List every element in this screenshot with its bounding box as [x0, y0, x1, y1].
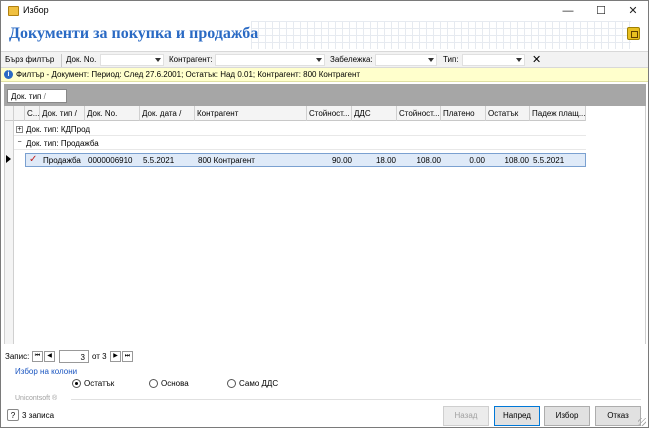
column-header-indicator — [5, 106, 14, 121]
type-label: Тип: — [443, 55, 459, 64]
contragent-label: Контрагент: — [169, 55, 213, 64]
separator — [61, 54, 62, 67]
brand-label: Unicontsoft ® — [15, 395, 58, 402]
column-header-remaining[interactable]: Остатък — [486, 106, 530, 121]
radio-vat-only[interactable]: Само ДДС — [227, 379, 278, 388]
group-label: Док. тип: Продажба — [26, 139, 99, 148]
help-icon[interactable]: ? — [7, 409, 19, 421]
group-label: Док. тип: КДПрод — [26, 125, 91, 134]
record-total: от 3 — [92, 352, 107, 361]
next-record-icon[interactable]: ▶ — [110, 351, 121, 362]
status-bar: ? 3 записа Назад Напред Избор Отказ — [1, 404, 648, 428]
note-label: Забележка: — [330, 55, 373, 64]
clear-filter-icon[interactable]: ✕ — [532, 53, 541, 66]
group-chip-label: Док. тип — [11, 92, 42, 101]
column-header-doc-no[interactable]: Док. No. — [85, 106, 140, 121]
select-button[interactable]: Избор — [544, 406, 590, 426]
doc-no-dropdown[interactable] — [100, 54, 164, 66]
cell-due: 5.5.2021 — [533, 156, 565, 165]
column-header-doc-type[interactable]: Док. тип / — [40, 106, 85, 121]
back-button[interactable]: Назад — [443, 406, 489, 426]
minimize-button[interactable]: — — [552, 1, 584, 21]
info-icon: i — [4, 70, 13, 79]
radio-base[interactable]: Основа — [149, 379, 189, 388]
first-record-icon[interactable]: ⏮ — [32, 351, 43, 362]
expand-icon[interactable]: + — [16, 126, 23, 133]
filter-text: Филтър - Документ: Период: След 27.6.200… — [16, 70, 361, 79]
column-header-paid[interactable]: Платено — [441, 106, 486, 121]
chevron-down-icon — [516, 58, 522, 62]
column-header-label: Док. дата — [142, 109, 177, 118]
cell-contragent: 800 Контрагент — [198, 156, 255, 165]
maximize-button[interactable]: ☐ — [585, 1, 617, 21]
navigator-label: Запис: — [5, 352, 30, 361]
radio-label: Основа — [161, 379, 189, 388]
choose-columns-link[interactable]: Избор на колони — [15, 367, 77, 376]
next-button[interactable]: Напред — [494, 406, 540, 426]
app-icon — [8, 6, 19, 16]
column-header-value[interactable]: Стойност... — [307, 106, 352, 121]
record-navigator: Запис: ⏮ ◀ 3 от 3 ▶ ⏭ — [4, 350, 304, 364]
cell-doc-type: Продажба — [43, 156, 81, 165]
record-count: 3 записа — [22, 411, 55, 420]
page-title: Документи за покупка и продажба — [9, 25, 259, 42]
cell-paid: 0.00 — [469, 156, 485, 165]
grid-header: С... Док. тип / Док. No. Док. дата / Кон… — [5, 106, 586, 121]
column-header-corner — [14, 106, 25, 121]
title-bar: Избор — ☐ ✕ — [1, 1, 648, 21]
cell-doc-no: 0000006910 — [88, 156, 133, 165]
cell-vat: 18.00 — [375, 156, 396, 165]
radio-remaining[interactable]: Остатък — [72, 379, 114, 388]
column-header-doc-date[interactable]: Док. дата / — [140, 106, 195, 121]
group-row-prodajba[interactable]: − Док. тип: Продажба — [14, 137, 586, 150]
chevron-down-icon — [428, 58, 434, 62]
documents-grid: С... Док. тип / Док. No. Док. дата / Кон… — [4, 106, 646, 344]
amount-options: Остатък Основа Само ДДС — [1, 378, 648, 392]
column-header-label: Док. тип — [42, 109, 73, 118]
prev-record-icon[interactable]: ◀ — [44, 351, 55, 362]
cancel-button[interactable]: Отказ — [595, 406, 641, 426]
radio-label: Остатък — [84, 379, 115, 388]
column-header-due[interactable]: Падеж плащ... — [530, 106, 586, 121]
column-header-total[interactable]: Стойност... — [397, 106, 441, 121]
column-header-vat[interactable]: ДДС — [352, 106, 397, 121]
doc-no-label: Док. No. — [66, 55, 97, 64]
collapse-icon[interactable]: − — [16, 139, 23, 147]
column-header-status[interactable]: С... — [25, 106, 40, 121]
radio-empty-icon — [227, 379, 236, 388]
divider — [71, 399, 641, 400]
type-dropdown[interactable] — [462, 54, 525, 66]
table-row[interactable]: ✓ Продажба 0000006910 5.5.2021 800 Контр… — [25, 153, 586, 167]
cell-remaining: 108.00 — [504, 156, 529, 165]
chevron-down-icon — [155, 58, 161, 62]
options-icon[interactable] — [627, 27, 640, 40]
current-row-arrow-icon — [6, 155, 11, 163]
column-header-contragent[interactable]: Контрагент — [195, 106, 307, 121]
checkmark-icon: ✓ — [29, 154, 38, 165]
radio-label: Само ДДС — [239, 379, 279, 388]
last-record-icon[interactable]: ⏭ — [122, 351, 133, 362]
group-row-kdprod[interactable]: + Док. тип: КДПрод — [14, 123, 586, 136]
contragent-dropdown[interactable] — [215, 54, 325, 66]
resize-grip-icon[interactable] — [638, 418, 646, 426]
cell-total: 108.00 — [416, 156, 441, 165]
note-dropdown[interactable] — [375, 54, 437, 66]
cell-value: 90.00 — [331, 156, 352, 165]
page-header: Документи за покупка и продажба — [1, 21, 648, 49]
radio-empty-icon — [149, 379, 158, 388]
quick-filter-label: Бърз филтър — [5, 55, 55, 64]
dialog-window: Избор — ☐ ✕ Документи за покупка и прода… — [0, 0, 649, 428]
record-number-input[interactable]: 3 — [59, 350, 89, 363]
window-title: Избор — [23, 5, 49, 15]
cell-doc-date: 5.5.2021 — [143, 156, 175, 165]
group-chip-doc-type[interactable]: Док. тип / — [7, 89, 67, 103]
filter-info-bar: i Филтър - Документ: Период: След 27.6.2… — [1, 68, 648, 82]
quick-filter-bar: Бърз филтър Док. No. Контрагент: Забележ… — [1, 51, 648, 68]
chevron-down-icon — [316, 58, 322, 62]
close-button[interactable]: ✕ — [617, 1, 649, 21]
group-by-panel: Док. тип / — [4, 84, 646, 106]
radio-selected-icon — [72, 379, 81, 388]
